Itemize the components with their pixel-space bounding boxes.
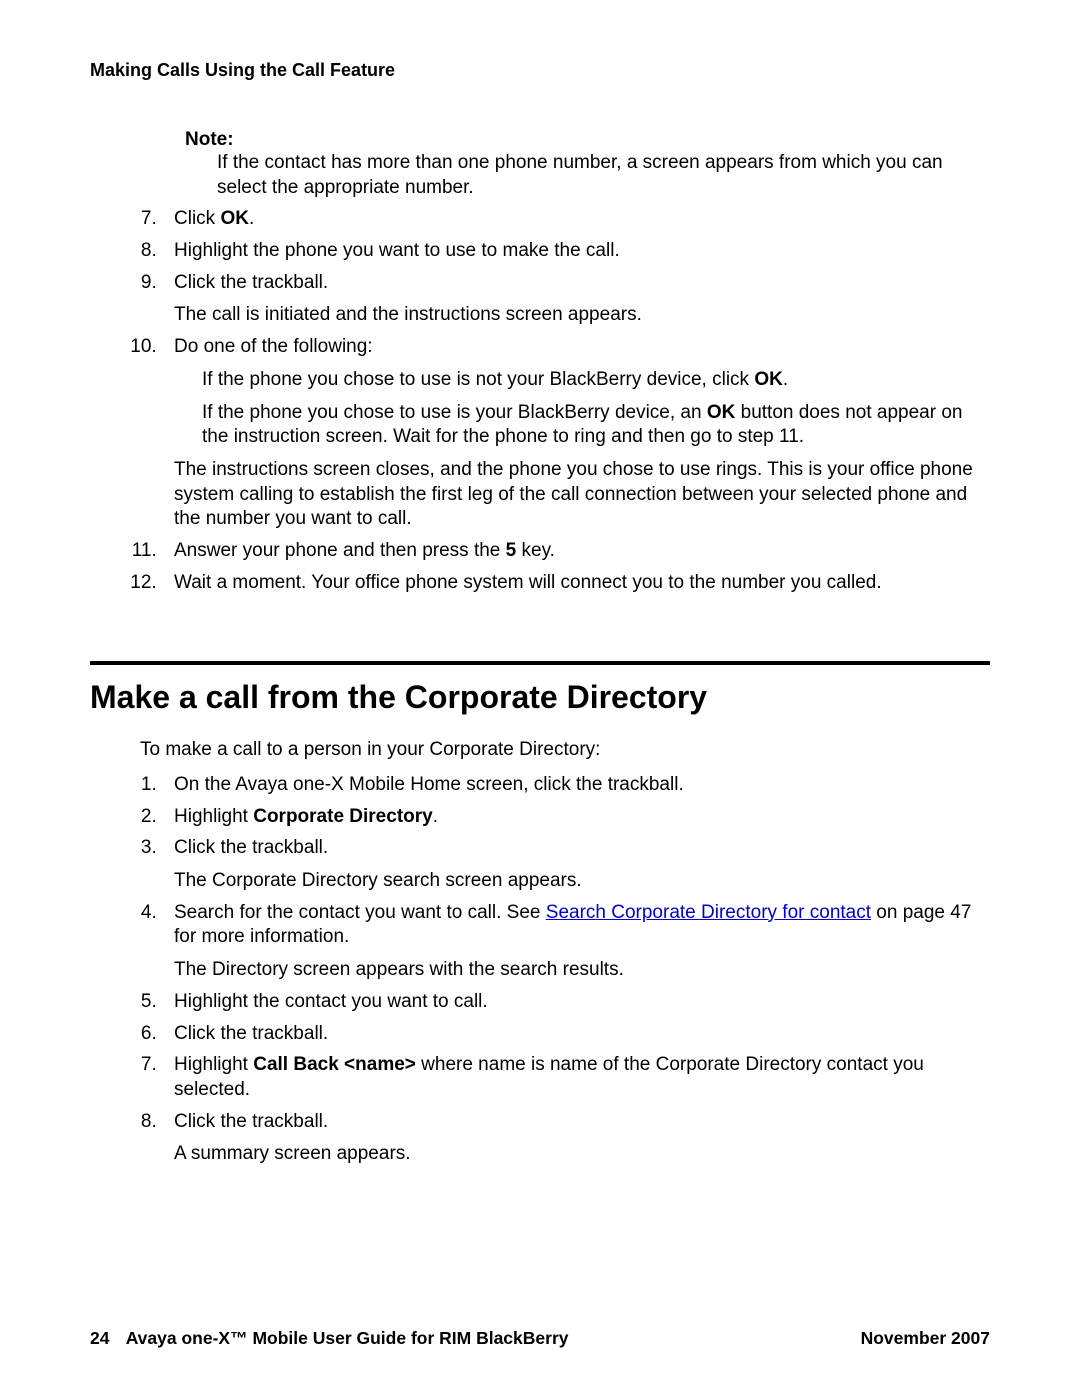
- step-text: Click: [174, 208, 220, 229]
- step-text: If the phone you chose to use is your Bl…: [202, 402, 707, 423]
- bold-key: 5: [506, 540, 517, 561]
- footer-date: November 2007: [861, 1328, 990, 1349]
- step-8: Highlight the phone you want to use to m…: [162, 239, 980, 264]
- step-12: Wait a moment. Your office phone system …: [162, 571, 980, 596]
- step-text: Search for the contact you want to call.…: [174, 902, 546, 923]
- steps-continued: Click OK. Highlight the phone you want t…: [162, 207, 980, 595]
- step-11: Answer your phone and then press the 5 k…: [162, 539, 980, 564]
- footer-title: Avaya one-X™ Mobile User Guide for RIM B…: [126, 1328, 569, 1348]
- step-9: Click the trackball. The call is initiat…: [162, 271, 980, 328]
- bold-ok: OK: [220, 208, 249, 229]
- step-text: Do one of the following:: [174, 336, 373, 357]
- section-divider: [90, 661, 990, 665]
- bold-call-back: Call Back <name>: [253, 1054, 416, 1075]
- bold-ok: OK: [707, 402, 736, 423]
- step-7: Click OK.: [162, 207, 980, 232]
- bold-corp-dir: Corporate Directory: [253, 806, 433, 827]
- running-header: Making Calls Using the Call Feature: [90, 60, 990, 81]
- step-option: If the phone you chose to use is your Bl…: [202, 401, 980, 450]
- note-label: Note:: [185, 129, 990, 151]
- bold-ok: OK: [754, 369, 783, 390]
- step-7: Highlight Call Back <name> where name is…: [162, 1053, 980, 1102]
- page-container: Making Calls Using the Call Feature Note…: [0, 0, 1080, 1221]
- step-text: Answer your phone and then press the: [174, 540, 506, 561]
- step-2: Highlight Corporate Directory.: [162, 805, 980, 830]
- step-5: Highlight the contact you want to call.: [162, 990, 980, 1015]
- note-body: If the contact has more than one phone n…: [217, 151, 990, 200]
- cross-ref-link[interactable]: Search Corporate Directory for contact: [546, 902, 871, 923]
- section-intro: To make a call to a person in your Corpo…: [140, 738, 990, 763]
- step-para: The call is initiated and the instructio…: [174, 303, 980, 328]
- section-heading: Make a call from the Corporate Directory: [90, 679, 990, 716]
- footer-left: 24 Avaya one-X™ Mobile User Guide for RI…: [90, 1328, 569, 1349]
- step-text: Highlight: [174, 1054, 253, 1075]
- step-3: Click the trackball. The Corporate Direc…: [162, 836, 980, 893]
- step-para: A summary screen appears.: [174, 1142, 980, 1167]
- step-para: The Directory screen appears with the se…: [174, 958, 980, 983]
- step-text: .: [783, 369, 788, 390]
- step-text: Click the trackball.: [174, 837, 328, 858]
- step-10: Do one of the following: If the phone yo…: [162, 335, 980, 532]
- note-block: Note: If the contact has more than one p…: [185, 129, 990, 200]
- step-text: .: [433, 806, 438, 827]
- step-text: .: [249, 208, 254, 229]
- step-text: Highlight: [174, 806, 253, 827]
- step-text: Click the trackball.: [174, 272, 328, 293]
- page-footer: 24 Avaya one-X™ Mobile User Guide for RI…: [90, 1328, 990, 1349]
- page-number: 24: [90, 1328, 109, 1348]
- steps-corporate: On the Avaya one-X Mobile Home screen, c…: [162, 773, 980, 1167]
- step-text: key.: [516, 540, 555, 561]
- step-para: The instructions screen closes, and the …: [174, 458, 980, 532]
- step-8: Click the trackball. A summary screen ap…: [162, 1110, 980, 1167]
- step-6: Click the trackball.: [162, 1022, 980, 1047]
- step-text: Click the trackball.: [174, 1111, 328, 1132]
- step-option: If the phone you chose to use is not you…: [202, 368, 980, 393]
- step-1: On the Avaya one-X Mobile Home screen, c…: [162, 773, 980, 798]
- step-4: Search for the contact you want to call.…: [162, 901, 980, 983]
- step-text: If the phone you chose to use is not you…: [202, 369, 754, 390]
- step-para: The Corporate Directory search screen ap…: [174, 869, 980, 894]
